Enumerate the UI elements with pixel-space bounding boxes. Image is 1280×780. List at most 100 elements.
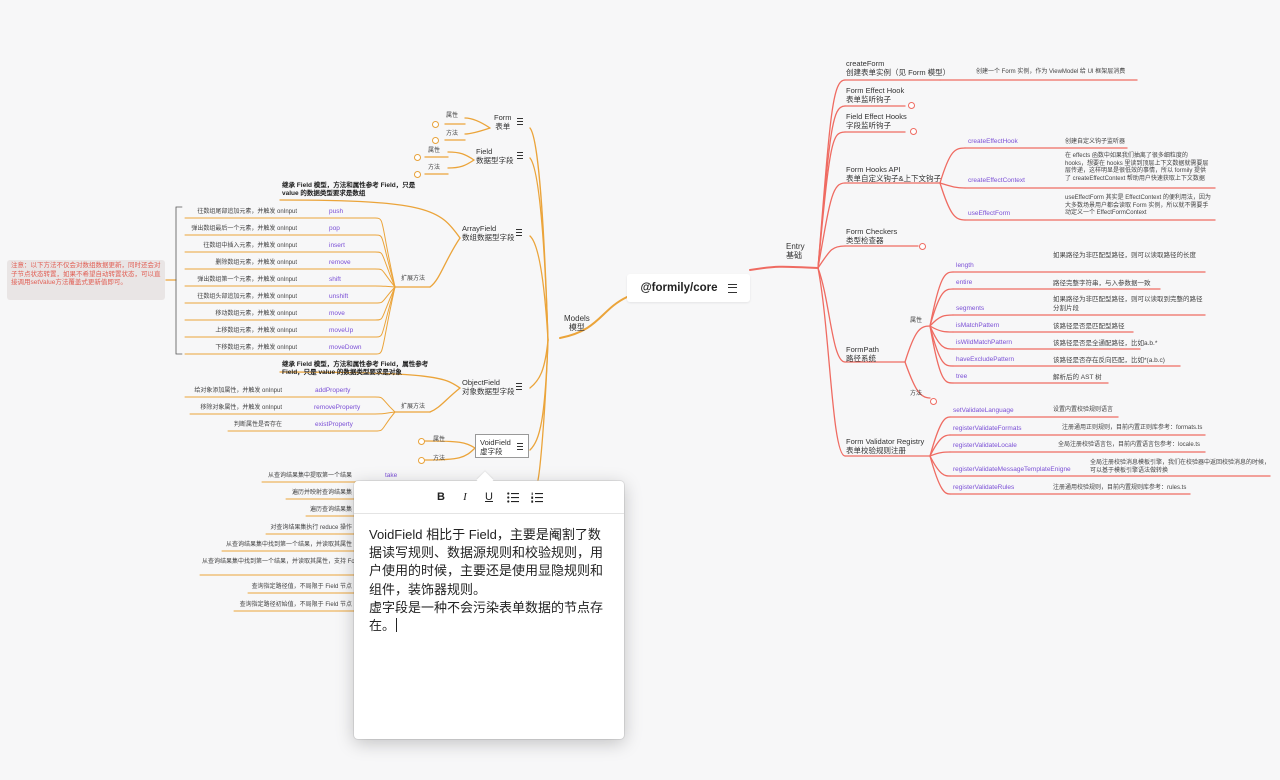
notes-icon[interactable] — [517, 118, 523, 125]
method-desc[interactable]: 移除对象属性，并触发 onInput — [180, 405, 282, 413]
collapse-toggle-icon[interactable] — [414, 171, 421, 178]
topic-field-method[interactable]: 方法 — [428, 165, 440, 173]
method-desc[interactable]: 移动数组元素，并触发 onInput — [180, 311, 297, 319]
numbered-list-icon[interactable] — [530, 490, 544, 504]
path-attr-isMatchPattern[interactable]: isMatchPattern — [956, 322, 999, 329]
method-pop[interactable]: pop — [329, 225, 340, 232]
validator-registerValidateRules[interactable]: registerValidateRules — [953, 484, 1014, 491]
formpath-method[interactable]: 方法 — [910, 391, 922, 399]
hook-desc[interactable]: 创建自定义钩子监听器 — [1065, 139, 1175, 147]
arrayfield-ext-methods[interactable]: 扩展方法 — [401, 276, 425, 284]
notes-icon[interactable] — [516, 383, 522, 390]
method-addProperty[interactable]: addProperty — [315, 387, 350, 394]
query-desc[interactable]: 遍历查询结果集 — [202, 507, 352, 515]
validator-desc[interactable]: 全局注册校验语言包，目前内置语言包参考：locale.ts — [1058, 442, 1200, 450]
objectfield-inherit-note[interactable]: 继承 Field 模型，方法和属性参考 Field，属性参考 Field，只是 … — [282, 361, 432, 377]
method-moveDown[interactable]: moveDown — [329, 344, 362, 351]
method-existProperty[interactable]: existProperty — [315, 421, 353, 428]
topic-form[interactable]: Form 表单 — [494, 113, 512, 131]
hook-createEffectHook[interactable]: createEffectHook — [968, 138, 1018, 145]
method-take[interactable]: take — [385, 472, 397, 479]
method-desc[interactable]: 下移数组元素，并触发 onInput — [180, 345, 297, 353]
path-attr-desc[interactable]: 该路径是否是匹配型路径 — [1053, 322, 1203, 331]
method-desc[interactable]: 判断属性是否存在 — [180, 422, 282, 430]
path-attr-segments[interactable]: segments — [956, 305, 984, 312]
path-attr-tree[interactable]: tree — [956, 373, 967, 380]
method-desc[interactable]: 弹出数组最后一个元素，并触发 onInput — [180, 226, 297, 234]
notes-icon[interactable] — [517, 443, 523, 450]
method-moveUp[interactable]: moveUp — [329, 327, 353, 334]
collapse-toggle-icon[interactable] — [418, 457, 425, 464]
method-desc[interactable]: 给对象添加属性，并触发 onInput — [180, 388, 282, 396]
path-attr-desc[interactable]: 如果路径为非匹配型路径，则可以读取路径的长度 — [1053, 251, 1203, 260]
topic-form-effect-hook[interactable]: Form Effect Hook 表单监听钩子 — [846, 86, 904, 104]
notes-editor[interactable]: VoidField 相比于 Field，主要是阉割了数据读写规则、数据源规则和校… — [369, 526, 612, 635]
path-attr-length[interactable]: length — [956, 262, 974, 269]
method-desc[interactable]: 往数组中插入元素，并触发 onInput — [180, 243, 297, 251]
createform-desc[interactable]: 创建一个 Form 实例，作为 ViewModel 给 UI 框架层消费 — [976, 69, 1125, 77]
query-desc[interactable]: 从查询结果集中找到第一个结果，并读取其属性 — [202, 542, 352, 550]
query-desc[interactable]: 查询指定路径值，不局限于 Field 节点 — [202, 584, 352, 592]
topic-form-attr[interactable]: 属性 — [446, 113, 458, 121]
italic-button[interactable]: I — [458, 490, 472, 504]
topic-models[interactable]: Models 模型 — [564, 314, 590, 332]
collapse-toggle-icon[interactable] — [910, 128, 917, 135]
notes-popup[interactable]: B I U VoidField 相比于 Field，主要是阉割了数据读写规则、数… — [354, 481, 624, 739]
notes-icon[interactable] — [727, 283, 737, 293]
topic-form-validator-registry[interactable]: Form Validator Registry 表单校验规则注册 — [846, 437, 924, 455]
topic-objectfield[interactable]: ObjectField 对象数据型字段 — [462, 378, 515, 396]
path-attr-desc[interactable]: 如果路径为非匹配型路径，则可以读取到完整的路径分割片段 — [1053, 295, 1203, 313]
hook-createEffectContext[interactable]: createEffectContext — [968, 177, 1025, 184]
query-desc[interactable]: 查询指定路径初始值，不局限于 Field 节点 — [202, 602, 352, 610]
validator-desc[interactable]: 设置内置校验规则语言 — [1053, 407, 1113, 415]
topic-form-hooks-api[interactable]: Form Hooks API 表单自定义钩子&上下文钩子 — [846, 165, 941, 183]
method-unshift[interactable]: unshift — [329, 293, 348, 300]
hook-desc[interactable]: useEffectForm 其实是 EffectContext 的便利用法，因为… — [1065, 195, 1211, 218]
topic-voidfield-method[interactable]: 方法 — [433, 456, 445, 464]
validator-registerValidateFormats[interactable]: registerValidateFormats — [953, 425, 1022, 432]
method-desc[interactable]: 弹出数组第一个元素，并触发 onInput — [180, 277, 297, 285]
bold-button[interactable]: B — [434, 490, 448, 504]
formpath-attr[interactable]: 属性 — [910, 318, 922, 326]
query-desc[interactable]: 遍历并映射查询结果集 — [202, 490, 352, 498]
topic-field-attr[interactable]: 属性 — [428, 148, 440, 156]
collapse-toggle-icon[interactable] — [908, 102, 915, 109]
arrayfield-inherit-note[interactable]: 继承 Field 模型，方法和属性参考 Field，只是 value 的数据类型… — [282, 182, 432, 198]
validator-desc[interactable]: 注册通用正则规则，目前内置正则库参考：formats.ts — [1062, 425, 1202, 433]
query-desc[interactable]: 从查询结果集中找到第一个结果，并读取其属性，支持 FormPathPattern… — [202, 559, 419, 567]
topic-createform[interactable]: createForm 创建表单实例（见 Form 模型） — [846, 59, 950, 77]
topic-form-method[interactable]: 方法 — [446, 131, 458, 139]
collapse-toggle-icon[interactable] — [414, 154, 421, 161]
query-desc[interactable]: 对查询结果集执行 reduce 操作 — [202, 525, 352, 533]
method-desc[interactable]: 往数组尾部追加元素，并触发 onInput — [180, 209, 297, 217]
topic-formpath[interactable]: FormPath 路径系统 — [846, 345, 879, 363]
topic-form-checkers[interactable]: Form Checkers 类型检查器 — [846, 227, 897, 245]
topic-voidfield-attr[interactable]: 属性 — [433, 437, 445, 445]
validator-desc[interactable]: 全局注册校验消息模板引擎，我们在校验器中返回校验消息的时候，可以基于模板引擎语法… — [1090, 460, 1270, 475]
validator-registerValidateLocale[interactable]: registerValidateLocale — [953, 442, 1017, 449]
hook-useEffectForm[interactable]: useEffectForm — [968, 210, 1010, 217]
root-topic[interactable]: @formily/core — [627, 274, 750, 302]
topic-voidfield-selected[interactable]: VoidField 虚字段 — [475, 434, 529, 458]
path-attr-isWildMatchPattern[interactable]: isWildMatchPattern — [956, 339, 1012, 346]
method-shift[interactable]: shift — [329, 276, 341, 283]
path-attr-entire[interactable]: entire — [956, 279, 972, 286]
method-desc[interactable]: 往数组头部追加元素，并触发 onInput — [180, 294, 297, 302]
collapse-toggle-icon[interactable] — [432, 121, 439, 128]
collapse-toggle-icon[interactable] — [919, 243, 926, 250]
hook-desc[interactable]: 在 effects 函数中如果我们抽离了很多细粒度的 hooks，想要在 hoo… — [1065, 153, 1211, 183]
notes-icon[interactable] — [517, 152, 523, 159]
underline-button[interactable]: U — [482, 490, 496, 504]
path-attr-haveExcludePattern[interactable]: haveExcludePattern — [956, 356, 1014, 363]
bullet-list-icon[interactable] — [506, 490, 520, 504]
validator-registerValidateMessageTemplateEnigne[interactable]: registerValidateMessageTemplateEnigne — [953, 466, 1071, 473]
query-desc[interactable]: 从查询结果集中提取第一个结果 — [202, 473, 352, 481]
notes-icon[interactable] — [516, 229, 522, 236]
topic-field[interactable]: Field 数据型字段 — [476, 147, 514, 165]
path-attr-desc[interactable]: 解析后的 AST 树 — [1053, 373, 1203, 382]
topic-entry[interactable]: Entry 基础 — [786, 242, 805, 260]
collapse-toggle-icon[interactable] — [930, 398, 937, 405]
path-attr-desc[interactable]: 该路径是否是全通配路径，比如a.b.* — [1053, 339, 1203, 348]
method-push[interactable]: push — [329, 208, 343, 215]
validator-desc[interactable]: 注册通用校验规则，目前内置规则库参考：rules.ts — [1053, 485, 1186, 493]
